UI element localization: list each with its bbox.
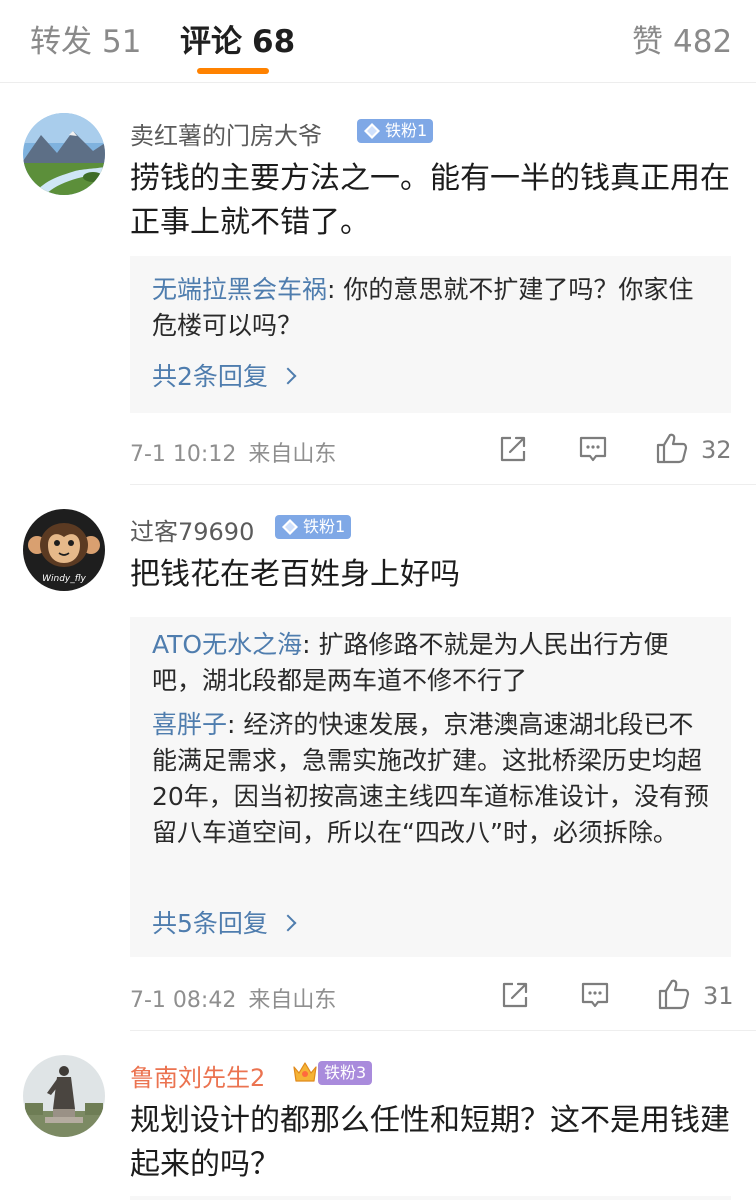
tab-comment[interactable]: 评论 68 [180, 16, 295, 61]
repost-icon[interactable] [499, 979, 531, 1011]
comment-divider [130, 1030, 756, 1031]
comment-meta: 7-1 10:12 来自山东 [130, 436, 336, 468]
avatar[interactable]: Windy_fly [23, 509, 105, 591]
reply-item: 喜胖子: 经济的快速发展，京港澳高速湖北段已不能满足需求，急需实施改扩建。这批桥… [152, 707, 712, 851]
chevron-right-icon [279, 914, 297, 932]
comment-time: 7-1 08:42 [130, 988, 237, 1013]
like-count: 32 [701, 436, 732, 464]
diamond-icon [282, 519, 298, 535]
crown-icon [293, 1062, 317, 1082]
tab-repost-label: 转发 [30, 24, 92, 60]
chevron-right-icon [279, 367, 297, 385]
tab-like-count: 482 [673, 24, 733, 60]
view-more-replies[interactable]: 共2条回复 [152, 357, 297, 393]
reply-author[interactable]: 喜胖子 [152, 710, 227, 739]
reply-box[interactable]: 无端拉黑会车祸: 你的意思就不扩建了吗？你家住危楼可以吗？ 共2条回复 [130, 256, 731, 413]
comment-meta: 7-1 08:42 来自山东 [130, 982, 336, 1014]
tab-repost[interactable]: 转发 51 [30, 16, 141, 61]
comment-time: 7-1 10:12 [130, 442, 237, 467]
thumbs-up-icon[interactable] [657, 977, 691, 1011]
landscape-avatar-image [23, 113, 105, 195]
reply-box[interactable]: ATO无水之海: 扩路修路不就是为人民出行方便吧，湖北段都是两车道不修不行了 喜… [130, 617, 731, 957]
reply-item: 无端拉黑会车祸: 你的意思就不扩建了吗？你家住危楼可以吗？ [152, 272, 712, 344]
fan-badge-label: 铁粉1 [385, 121, 428, 140]
tab-repost-count: 51 [102, 24, 142, 60]
tab-like-label: 赞 [632, 24, 663, 60]
comment-icon[interactable] [579, 979, 611, 1011]
reply-separator: : [302, 630, 319, 659]
like-count: 31 [703, 982, 734, 1010]
view-more-replies-label: 共5条回复 [152, 909, 268, 938]
reply-item: ATO无水之海: 扩路修路不就是为人民出行方便吧，湖北段都是两车道不修不行了 [152, 627, 712, 699]
fan-badge: 铁粉1 [357, 119, 434, 143]
comment-text: 捞钱的主要方法之一。能有一半的钱真正用在正事上就不错了。 [130, 161, 730, 240]
reply-author[interactable]: 无端拉黑会车祸 [152, 275, 327, 304]
avatar-caption: Windy_fly [42, 574, 86, 584]
repost-icon[interactable] [497, 433, 529, 465]
view-more-replies[interactable]: 共5条回复 [152, 904, 297, 940]
avatar[interactable] [23, 1055, 105, 1137]
reply-separator: : [327, 275, 344, 304]
fan-badge-label: 铁粉1 [303, 517, 346, 536]
tab-like[interactable]: 赞 482 [632, 16, 732, 61]
fan-badge: 铁粉1 [275, 515, 352, 539]
comment-tab-bar: 转发 51 评论 68 赞 482 [0, 0, 756, 83]
fan-badge: 铁粉3 [318, 1061, 373, 1085]
comment-source: 来自山东 [248, 988, 337, 1013]
diamond-icon [364, 123, 380, 139]
comment-source: 来自山东 [248, 442, 337, 467]
tab-comment-label: 评论 [180, 24, 242, 60]
comment-icon[interactable] [577, 433, 609, 465]
statue-avatar-image [23, 1055, 105, 1137]
comment-username[interactable]: 过客79690 [130, 512, 254, 547]
active-tab-indicator [197, 68, 269, 74]
view-more-replies-label: 共2条回复 [152, 362, 268, 391]
comment-divider [130, 484, 756, 485]
comment-username[interactable]: 鲁南刘先生2 [130, 1058, 265, 1093]
thumbs-up-icon[interactable] [655, 431, 689, 465]
comment-text: 把钱花在老百姓身上好吗 [130, 557, 460, 592]
tab-comment-count: 68 [252, 24, 296, 60]
comment-text: 规划设计的都那么任性和短期？这不是用钱建起来的吗？ [130, 1103, 730, 1182]
reply-separator: : [227, 710, 244, 739]
avatar[interactable] [23, 113, 105, 195]
monkey-avatar-image: Windy_fly [23, 509, 105, 591]
fan-badge-label: 铁粉3 [324, 1063, 367, 1082]
comment-username[interactable]: 卖红薯的门房大爷 [130, 116, 322, 151]
reply-author[interactable]: ATO无水之海 [152, 630, 302, 659]
reply-box-partial [130, 1196, 731, 1200]
